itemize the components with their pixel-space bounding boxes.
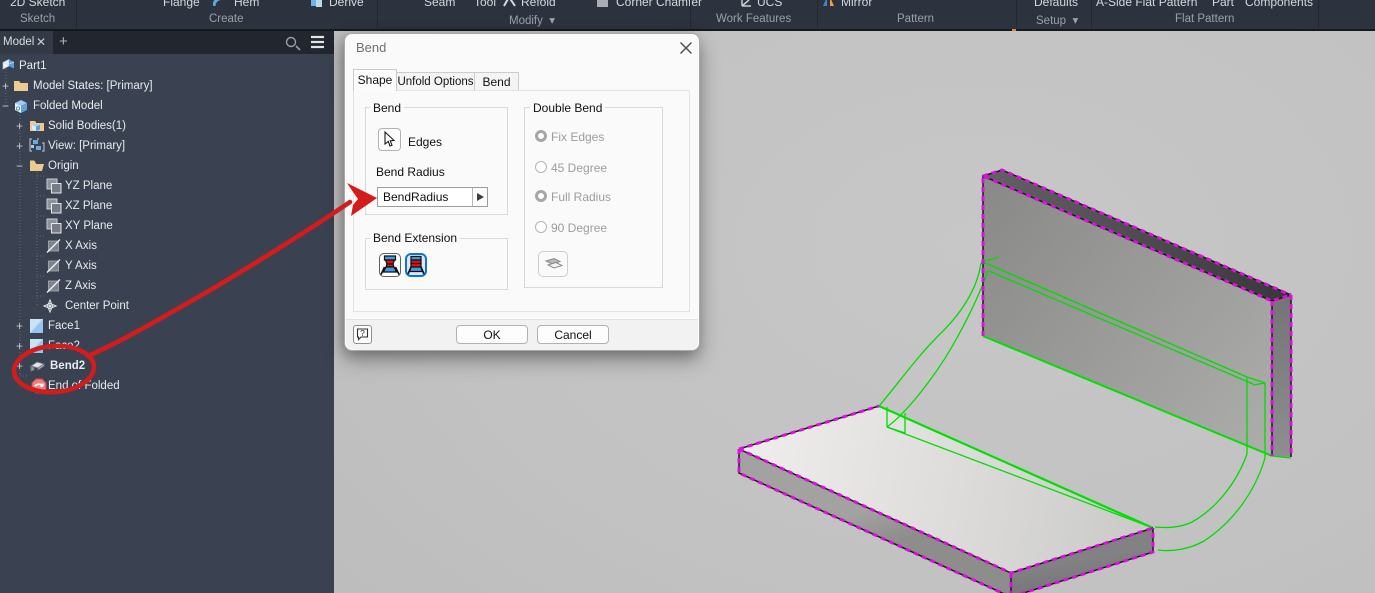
svg-text:?: ? — [360, 328, 365, 338]
